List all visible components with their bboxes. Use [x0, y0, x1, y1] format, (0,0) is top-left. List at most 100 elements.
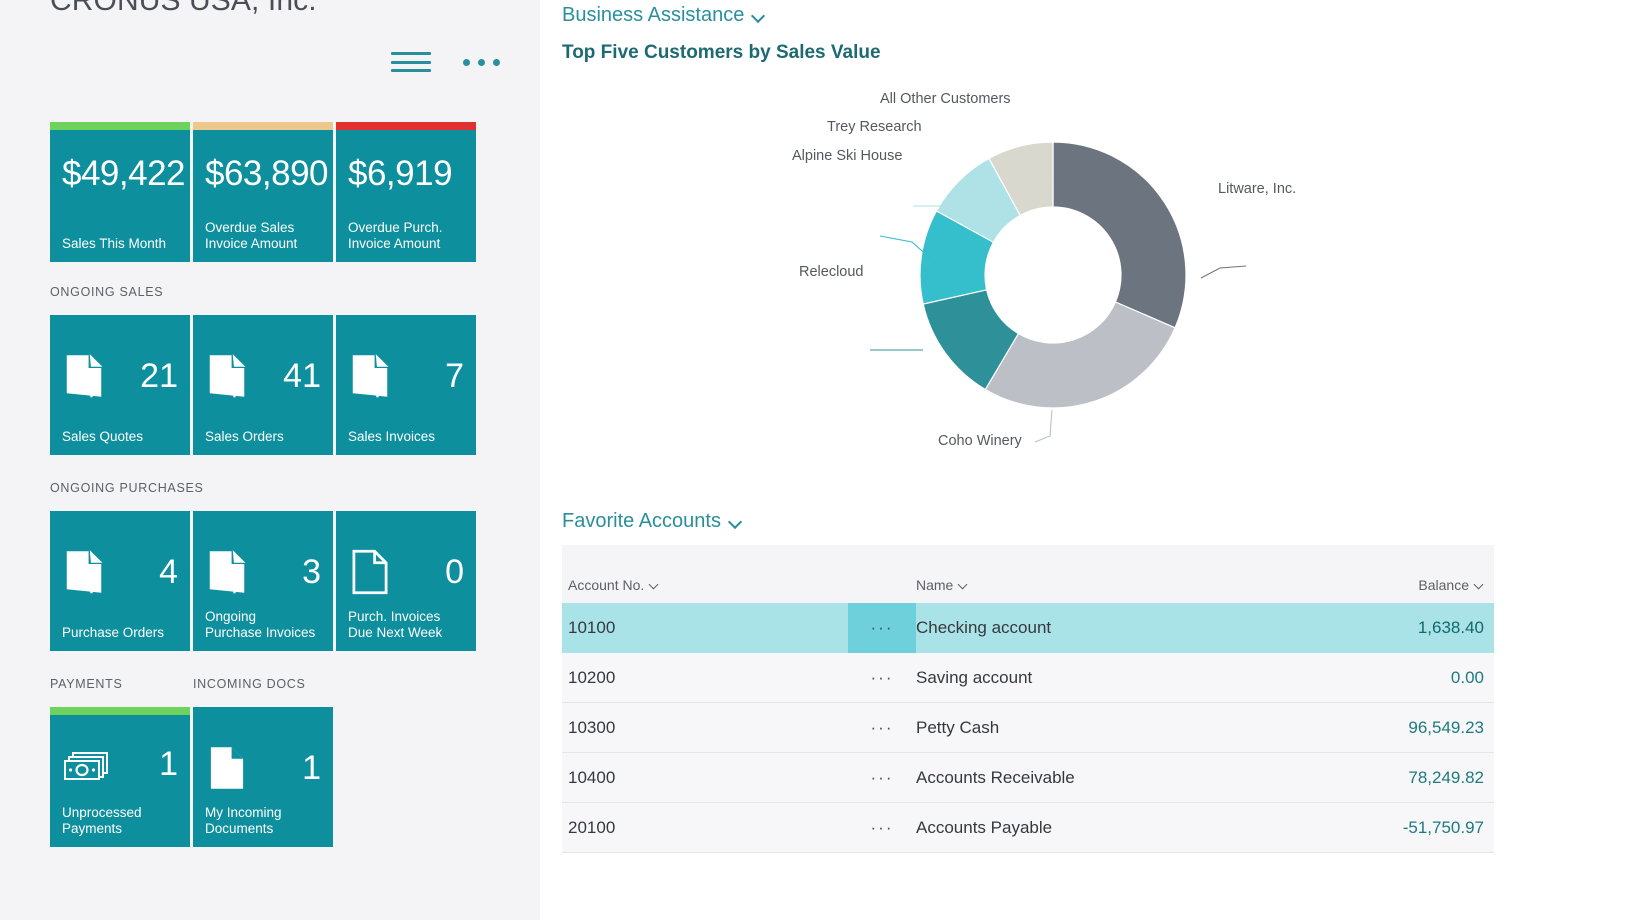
donut-slice-label: Coho Winery — [938, 433, 1022, 449]
kpi-tile-caption: Overdue Sales Invoice Amount — [205, 220, 325, 252]
kpi-tile[interactable]: $63,890 Overdue Sales Invoice Amount — [193, 122, 333, 262]
tile-group-label: ONGOING SALES — [50, 285, 164, 299]
count-tile[interactable]: 0 Purch. Invoices Due Next Week — [336, 511, 476, 651]
count-tile-caption: Ongoing Purchase Invoices — [205, 609, 325, 641]
count-tile-caption: My Incoming Documents — [205, 805, 325, 837]
donut-slice-label: Trey Research — [827, 119, 922, 135]
kpi-tile-caption: Sales This Month — [62, 236, 182, 252]
count-tile[interactable]: 41 Sales Orders — [193, 315, 333, 455]
column-header-name[interactable]: Name — [916, 577, 1334, 593]
chevron-down-icon — [752, 10, 764, 22]
kpi-tile-caption-line: Overdue Purch. — [348, 220, 443, 235]
count-tile-caption-line: Sales Invoices — [348, 429, 436, 444]
cell-balance: 96,549.23 — [1408, 717, 1484, 737]
donut-slice-label: Alpine Ski House — [792, 148, 903, 164]
count-tile-caption-line: Unprocessed — [62, 805, 142, 820]
table-body: 10100 ··· Checking account 1,638.40 10200 ···… — [562, 602, 1494, 853]
count-tile[interactable]: 7 Sales Invoices — [336, 315, 476, 455]
cell-account-no: 20100 — [568, 817, 616, 837]
row-ellipsis-icon[interactable]: ··· — [848, 753, 916, 803]
kpi-tile[interactable]: $49,422 Sales This Month — [50, 122, 190, 262]
favorite-accounts-link[interactable]: Favorite Accounts — [562, 510, 741, 533]
cell-name: Petty Cash — [916, 717, 1000, 737]
kpi-tile[interactable]: $6,919 Overdue Purch. Invoice Amount — [336, 122, 476, 262]
row-ellipsis-icon[interactable]: ··· — [848, 703, 916, 753]
kpi-tile-value: $49,422 — [62, 154, 186, 193]
count-tile-caption-line: Documents — [205, 821, 274, 836]
tile-group-label: ONGOING PURCHASES — [50, 481, 204, 495]
count-tile-row: 41 — [207, 353, 321, 399]
kpi-tile-caption-line: Invoice Amount — [205, 236, 298, 251]
table-row[interactable]: 10300 ··· Petty Cash 96,549.23 — [562, 703, 1494, 753]
cell-balance: 78,249.82 — [1408, 767, 1484, 787]
favorite-accounts-table: Account No. Name Balance 10100 ··· Checking … — [562, 545, 1494, 853]
hamburger-icon[interactable] — [391, 48, 431, 76]
count-tile-caption: Purchase Orders — [62, 625, 182, 641]
cell-account-no: 10400 — [568, 767, 616, 787]
donut-slice[interactable] — [1052, 141, 1187, 329]
cell-name: Checking account — [916, 617, 1052, 637]
count-tile-caption: Unprocessed Payments — [62, 805, 182, 837]
count-tile[interactable]: 1 Unprocessed Payments — [50, 707, 190, 847]
business-assistance-link[interactable]: Business Assistance — [562, 4, 764, 27]
count-tile-value: 1 — [159, 745, 178, 783]
cell-balance: -51,750.97 — [1402, 817, 1484, 837]
column-header-account-no[interactable]: Account No. — [562, 577, 848, 593]
row-ellipsis-icon[interactable]: ··· — [848, 653, 916, 703]
row-ellipsis-icon[interactable]: ··· — [848, 602, 916, 653]
document-filled-icon — [66, 354, 103, 398]
count-tile-row: 4 — [64, 549, 178, 595]
count-tile-value: 3 — [302, 552, 321, 591]
donut-slice[interactable] — [984, 301, 1176, 409]
column-header-label: Balance — [1418, 577, 1469, 593]
document-outline-icon — [352, 549, 388, 595]
count-tile-row: 21 — [64, 353, 178, 399]
column-header-balance[interactable]: Balance — [1334, 577, 1494, 593]
table-header-row: Account No. Name Balance — [562, 545, 1494, 603]
count-tile-caption-line: Ongoing — [205, 609, 257, 624]
count-tile-accent-bar — [50, 707, 190, 715]
kpi-tile-accent-bar — [50, 122, 190, 130]
dashboard-page: CRONUS USA, Inc. $49,422 Sales This Month… — [0, 0, 1636, 920]
count-tile-caption-line: My Incoming — [205, 805, 282, 820]
cell-account-no: 10300 — [568, 717, 616, 737]
chevron-down-icon — [1474, 580, 1484, 590]
table-row[interactable]: 10100 ··· Checking account 1,638.40 — [562, 602, 1494, 653]
document-filled-icon — [66, 550, 103, 594]
cell-account-no: 10200 — [568, 667, 616, 687]
count-tile-caption-line: Purch. Invoices — [348, 609, 441, 624]
donut-slice-label: Litware, Inc. — [1218, 181, 1297, 197]
count-tile[interactable]: 3 Ongoing Purchase Invoices — [193, 511, 333, 651]
banknote-icon — [64, 751, 108, 780]
count-tile[interactable]: 21 Sales Quotes — [50, 315, 190, 455]
table-row[interactable]: 20100 ··· Accounts Payable -51,750.97 — [562, 803, 1494, 853]
right-panel: Business Assistance Top Five Customers b… — [540, 0, 1636, 920]
count-tile-caption: Sales Orders — [205, 429, 325, 445]
count-tile[interactable]: 4 Purchase Orders — [50, 511, 190, 651]
cell-name: Accounts Payable — [916, 817, 1053, 837]
kpi-tile-caption-line: Sales This Month — [62, 236, 167, 251]
count-tile[interactable]: 1 My Incoming Documents — [193, 707, 333, 847]
count-tile-value: 4 — [159, 552, 178, 591]
chevron-down-icon — [649, 580, 659, 590]
column-header-label: Name — [916, 577, 954, 593]
kpi-tile-caption-line: Overdue Sales — [205, 220, 295, 235]
count-tile-row: 1 — [207, 745, 321, 791]
table-row[interactable]: 10200 ··· Saving account 0.00 — [562, 653, 1494, 703]
count-tile-value: 7 — [445, 356, 464, 395]
count-tile-row: 1 — [64, 745, 178, 784]
row-ellipsis-icon[interactable]: ··· — [848, 803, 916, 853]
cell-balance: 0.00 — [1450, 667, 1484, 687]
ellipsis-icon[interactable] — [463, 58, 500, 66]
count-tile-row: 3 — [207, 549, 321, 595]
count-tile-caption-line: Purchase Invoices — [205, 625, 316, 640]
count-tile-caption-line: Sales Quotes — [62, 429, 144, 444]
cell-account-no: 10100 — [568, 617, 616, 637]
document-filled-icon — [209, 354, 246, 398]
donut-svg — [870, 141, 1247, 443]
donut-slice-label: Relecloud — [799, 264, 864, 280]
donut-chart[interactable]: Litware, Inc. Coho Winery Relecloud Alpine … — [540, 78, 1636, 478]
table-row[interactable]: 10400 ··· Accounts Receivable 78,249.82 — [562, 753, 1494, 803]
donut-leader-line — [1200, 265, 1247, 279]
donut-leader-line — [1034, 409, 1053, 443]
